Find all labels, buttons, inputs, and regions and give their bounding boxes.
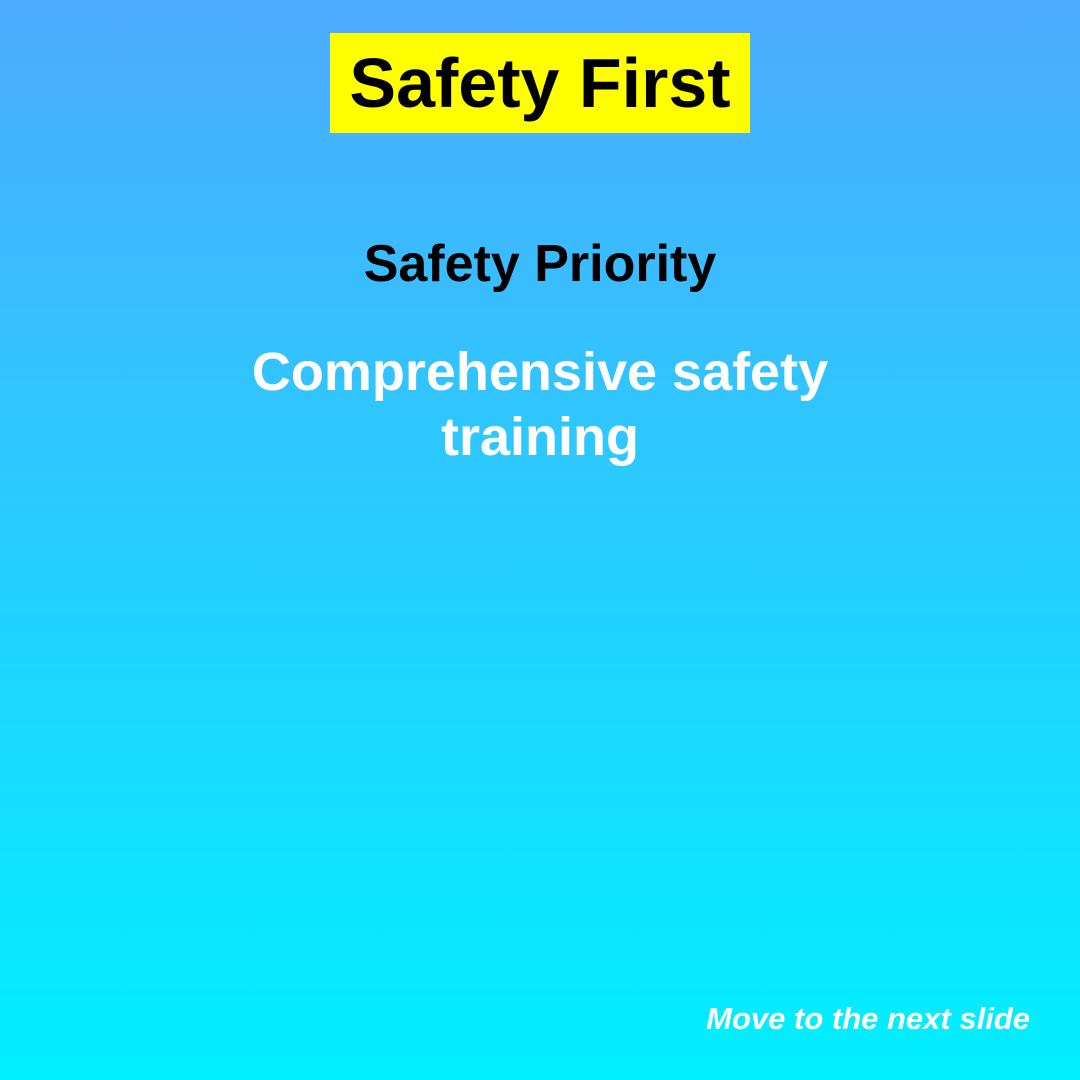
section-heading: Safety Priority xyxy=(363,235,717,293)
slide-title: Safety First xyxy=(349,44,731,122)
next-slide-link[interactable]: Move to the next slide xyxy=(706,1000,1030,1038)
body-text: Comprehensive safety training xyxy=(251,342,829,467)
title-banner: Safety First xyxy=(330,33,750,133)
slide: Safety First Safety Priority Comprehensi… xyxy=(0,0,1080,1080)
